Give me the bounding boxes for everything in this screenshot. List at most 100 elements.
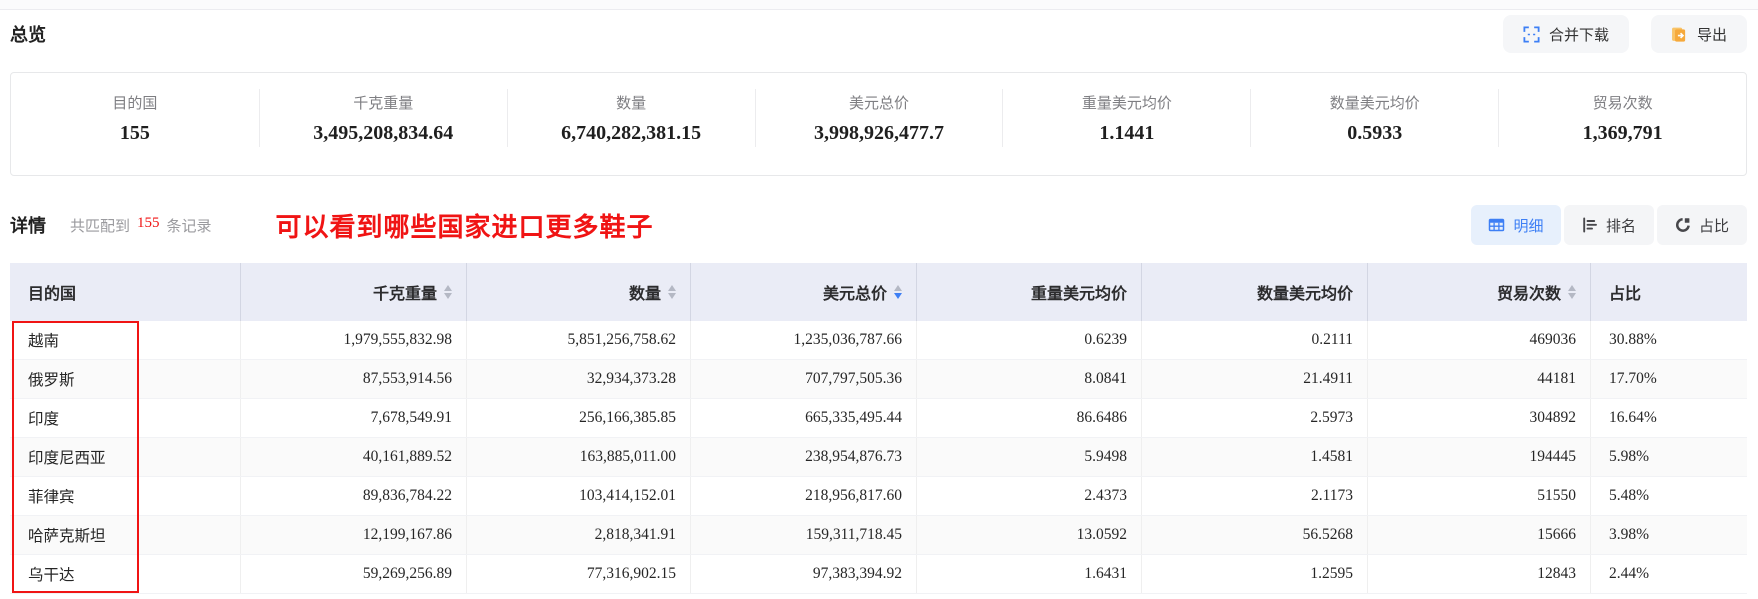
match-prefix: 共匹配到 — [70, 217, 131, 235]
cell-trade-count: 194445 — [1367, 438, 1590, 476]
cell-kg-weight: 87,553,914.56 — [240, 360, 466, 398]
cell-quantity: 77,316,902.15 — [466, 555, 690, 593]
view-tab-rank[interactable]: 排名 — [1564, 205, 1654, 245]
stat-value: 1.1441 — [1099, 121, 1155, 144]
col-header-label: 目的国 — [28, 286, 77, 303]
cell-trade-count: 12843 — [1367, 555, 1590, 593]
sort-desc-icon — [444, 293, 452, 299]
summary-stat: 重量美元均价 1.1441 — [1002, 89, 1250, 147]
cell-share: 3.98% — [1590, 516, 1747, 554]
cell-usd-total: 238,954,876.73 — [690, 438, 916, 476]
table-row: 乌干达 59,269,256.89 77,316,902.15 97,383,394.… — [10, 555, 1747, 594]
cell-usd-per-qty: 2.5973 — [1141, 399, 1367, 437]
view-tab-detail[interactable]: 明细 — [1471, 205, 1561, 245]
sort-carets-icon — [894, 285, 902, 299]
table-row: 印度尼西亚 40,161,889.52 163,885,011.00 238,954,… — [10, 438, 1747, 477]
cell-dest-country: 俄罗斯 — [28, 372, 75, 389]
col-header-kg-weight[interactable]: 千克重量 — [240, 263, 466, 321]
sort-carets-icon — [668, 285, 676, 299]
cell-quantity: 5,851,256,758.62 — [466, 321, 690, 359]
cell-usd-total: 1,235,036,787.66 — [690, 321, 916, 359]
view-tab-label: 排名 — [1605, 217, 1636, 235]
top-bar: 总览 合并下载 导出 — [10, 12, 1747, 56]
stat-label: 目的国 — [112, 94, 158, 112]
cell-dest-country: 印度尼西亚 — [28, 450, 106, 467]
table-body: 越南 1,979,555,832.98 5,851,256,758.62 1,235,… — [10, 321, 1747, 594]
summary-stat: 数量 6,740,282,381.15 — [506, 89, 755, 147]
merge-download-label: 合并下载 — [1548, 26, 1609, 44]
stat-label: 美元总价 — [848, 94, 909, 112]
summary-stat: 贸易次数 1,369,791 — [1498, 89, 1746, 147]
page-title: 总览 — [10, 25, 46, 45]
cell-usd-per-qty: 2.1173 — [1141, 477, 1367, 515]
cell-kg-weight: 1,979,555,832.98 — [240, 321, 466, 359]
col-header-label: 美元总价 — [822, 286, 887, 303]
cell-usd-total: 218,956,817.60 — [690, 477, 916, 515]
col-header-label: 重量美元均价 — [1030, 286, 1127, 303]
sort-desc-icon — [894, 293, 902, 299]
summary-stat: 千克重量 3,495,208,834.64 — [258, 89, 507, 147]
table-row: 菲律宾 89,836,784.22 103,414,152.01 218,956,81… — [10, 477, 1747, 516]
detail-table: 目的国 千克重量 数量 美元总价 重量美元均价 数量美元均价 贸易次数 占比 越南 1,979,… — [10, 263, 1747, 594]
cell-usd-per-qty: 56.5268 — [1141, 516, 1367, 554]
cell-dest-country: 乌干达 — [28, 567, 75, 584]
stat-value: 3,495,208,834.64 — [313, 121, 454, 144]
cell-usd-total: 159,311,718.45 — [690, 516, 916, 554]
export-button[interactable]: 导出 — [1650, 15, 1747, 53]
col-header-usd-total[interactable]: 美元总价 — [690, 263, 916, 321]
cell-usd-total: 707,797,505.36 — [690, 360, 916, 398]
col-header-label: 数量美元均价 — [1256, 286, 1353, 303]
cell-usd-per-kg: 0.6239 — [916, 321, 1141, 359]
col-header-quantity[interactable]: 数量 — [466, 263, 690, 321]
cell-share: 30.88% — [1590, 321, 1747, 359]
merge-corners-icon — [1523, 25, 1540, 43]
cell-dest-country: 哈萨克斯坦 — [28, 528, 106, 545]
sort-desc-icon — [668, 293, 676, 299]
table-row: 越南 1,979,555,832.98 5,851,256,758.62 1,235,… — [10, 321, 1747, 360]
view-tab-label: 占比 — [1698, 217, 1729, 235]
col-header-label: 千克重量 — [372, 286, 437, 303]
view-tabs: 明细 排名 占比 — [1471, 205, 1747, 245]
stat-label: 千克重量 — [353, 94, 414, 112]
cell-usd-per-kg: 1.6431 — [916, 555, 1141, 593]
cell-usd-per-kg: 2.4373 — [916, 477, 1141, 515]
pie-donut-icon — [1675, 217, 1691, 233]
cell-trade-count: 304892 — [1367, 399, 1590, 437]
summary-stat: 目的国 155 — [11, 89, 259, 147]
cell-share: 17.70% — [1590, 360, 1747, 398]
cell-quantity: 256,166,385.85 — [466, 399, 690, 437]
summary-stat: 美元总价 3,998,926,477.7 — [754, 89, 1003, 147]
table-row: 哈萨克斯坦 12,199,167.86 2,818,341.91 159,311,71… — [10, 516, 1747, 555]
stat-value: 155 — [119, 121, 150, 144]
cell-usd-per-qty: 1.2595 — [1141, 555, 1367, 593]
ranking-bars-icon — [1582, 217, 1598, 233]
cell-usd-total: 665,335,495.44 — [690, 399, 916, 437]
col-header-share: 占比 — [1590, 263, 1747, 321]
merge-download-button[interactable]: 合并下载 — [1502, 15, 1629, 53]
stat-label: 贸易次数 — [1592, 94, 1653, 112]
col-header-usd-per-qty: 数量美元均价 — [1141, 263, 1367, 321]
cell-kg-weight: 7,678,549.91 — [240, 399, 466, 437]
sort-asc-icon — [444, 285, 452, 291]
stat-value: 0.5933 — [1347, 121, 1403, 144]
sort-carets-icon — [444, 285, 452, 299]
col-header-label: 贸易次数 — [1496, 286, 1561, 303]
dashboard-page: 总览 合并下载 导出 目的国 155 千克重量 3,495,208,834.64… — [0, 0, 1758, 599]
view-tab-ratio[interactable]: 占比 — [1657, 205, 1747, 245]
stat-value: 6,740,282,381.15 — [561, 121, 702, 144]
export-label: 导出 — [1696, 26, 1727, 44]
stat-value: 1,369,791 — [1582, 121, 1663, 144]
cell-trade-count: 44181 — [1367, 360, 1590, 398]
cell-share: 5.48% — [1590, 477, 1747, 515]
summary-card: 目的国 155 千克重量 3,495,208,834.64 数量 6,740,282,38… — [10, 72, 1747, 176]
col-header-trade-count[interactable]: 贸易次数 — [1367, 263, 1590, 321]
topbar-buttons: 合并下载 导出 — [1502, 15, 1747, 53]
table-row: 印度 7,678,549.91 256,166,385.85 665,335,495.… — [10, 399, 1747, 438]
summary-stat: 数量美元均价 0.5933 — [1250, 89, 1498, 147]
cell-share: 2.44% — [1590, 555, 1747, 593]
col-header-label: 占比 — [1609, 286, 1642, 303]
cell-trade-count: 15666 — [1367, 516, 1590, 554]
cell-usd-per-kg: 13.0592 — [916, 516, 1141, 554]
export-document-icon — [1671, 26, 1688, 43]
stat-label: 数量 — [616, 94, 647, 112]
